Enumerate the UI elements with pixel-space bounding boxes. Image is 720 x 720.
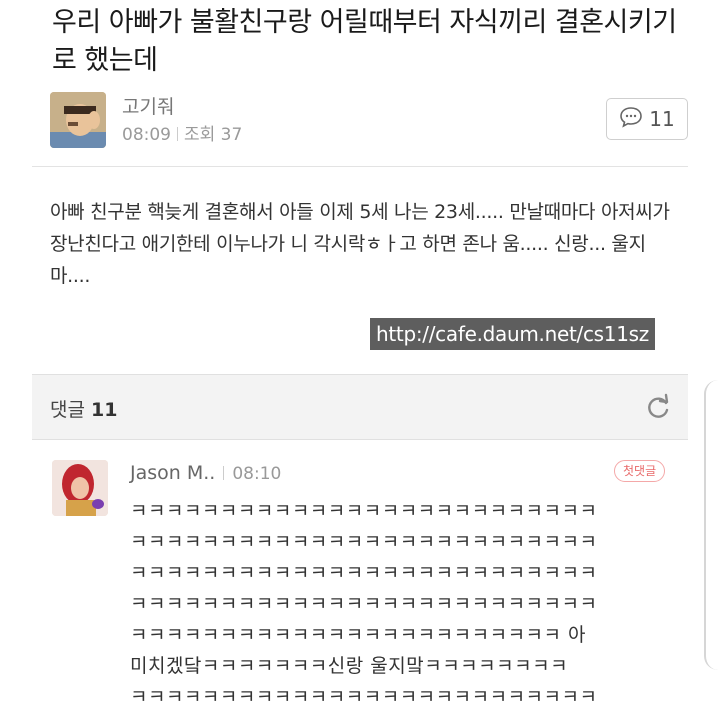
comment-meta-divider bbox=[223, 466, 225, 480]
commenter-meta: Jason M.. 08:10 bbox=[130, 462, 281, 484]
post-meta: 고기줘 08:09 조회 37 11 bbox=[50, 90, 690, 152]
scroll-edge[interactable] bbox=[704, 380, 720, 670]
comment-line: 미치겠닼ㅋㅋㅋㅋㅋㅋㅋ신랑 울지맠ㅋㅋㅋㅋㅋㅋㅋㅋ bbox=[130, 655, 569, 677]
comment-body: ㅋㅋㅋㅋㅋㅋㅋㅋㅋㅋㅋㅋㅋㅋㅋㅋㅋㅋㅋㅋㅋㅋㅋㅋㅋㅋ ㅋㅋㅋㅋㅋㅋㅋㅋㅋㅋㅋㅋㅋ… bbox=[130, 496, 670, 713]
info-divider bbox=[177, 127, 178, 141]
post-time: 08:09 bbox=[122, 125, 171, 145]
comment-line: ㅋㅋㅋㅋㅋㅋㅋㅋㅋㅋㅋㅋㅋㅋㅋㅋㅋㅋㅋㅋㅋㅋㅋㅋㅋㅋ bbox=[130, 593, 598, 615]
author-name[interactable]: 고기줘 bbox=[122, 92, 174, 119]
view-count: 조회 37 bbox=[184, 125, 243, 145]
comment-line: ㅋㅋㅋㅋㅋㅋㅋㅋㅋㅋㅋㅋㅋㅋㅋㅋㅋㅋㅋㅋㅋㅋㅋㅋㅋㅋ bbox=[130, 500, 598, 522]
comments-label: 댓글 bbox=[50, 399, 85, 421]
comments-title: 댓글 11 bbox=[50, 395, 117, 422]
comments-header: 댓글 11 bbox=[32, 374, 688, 440]
refresh-icon[interactable] bbox=[642, 391, 674, 423]
source-link[interactable]: http://cafe.daum.net/cs11sz bbox=[370, 318, 655, 350]
meta-divider bbox=[32, 166, 688, 167]
commenter-name[interactable]: Jason M.. bbox=[130, 462, 215, 484]
comment-line: ㅋㅋㅋㅋㅋㅋㅋㅋㅋㅋㅋㅋㅋㅋㅋㅋㅋㅋㅋㅋㅋㅋㅋㅋㅋㅋ bbox=[130, 686, 598, 708]
post-page: 우리 아빠가 불활친구랑 어릴때부터 자식끼리 결혼시키기로 했는데 고기줘 0… bbox=[32, 0, 688, 720]
comment-line: ㅋㅋㅋㅋㅋㅋㅋㅋㅋㅋㅋㅋㅋㅋㅋㅋㅋㅋㅋㅋㅋㅋㅋㅋ 아 bbox=[130, 624, 587, 646]
speech-bubble-icon bbox=[619, 106, 643, 133]
comment-line: ㅋㅋㅋㅋㅋㅋㅋㅋㅋㅋㅋㅋㅋㅋㅋㅋㅋㅋㅋㅋㅋㅋㅋㅋㅋㅋ bbox=[130, 531, 598, 553]
comment-count: 11 bbox=[649, 107, 675, 131]
comment-line: ㅋㅋㅋㅋㅋㅋㅋㅋㅋㅋㅋㅋㅋㅋㅋㅋㅋㅋㅋㅋㅋㅋㅋㅋㅋㅋ bbox=[130, 562, 598, 584]
first-comment-badge: 첫댓글 bbox=[614, 460, 666, 482]
comment-count-button[interactable]: 11 bbox=[606, 98, 688, 140]
post-title: 우리 아빠가 불활친구랑 어릴때부터 자식끼리 결혼시키기로 했는데 bbox=[52, 7, 677, 76]
comment-item: Jason M.. 08:10 첫댓글 ㅋㅋㅋㅋㅋㅋㅋㅋㅋㅋㅋㅋㅋㅋㅋㅋㅋㅋㅋㅋㅋ… bbox=[32, 440, 688, 720]
commenter-avatar[interactable] bbox=[52, 460, 108, 516]
comment-time: 08:10 bbox=[232, 464, 282, 484]
author-avatar[interactable] bbox=[50, 92, 106, 148]
post-info: 08:09 조회 37 bbox=[122, 120, 242, 145]
comments-header-count: 11 bbox=[90, 399, 118, 421]
post-body: 아빠 친구분 핵늦게 결혼해서 아들 이제 5세 나는 23세..... 만날때… bbox=[50, 201, 670, 287]
